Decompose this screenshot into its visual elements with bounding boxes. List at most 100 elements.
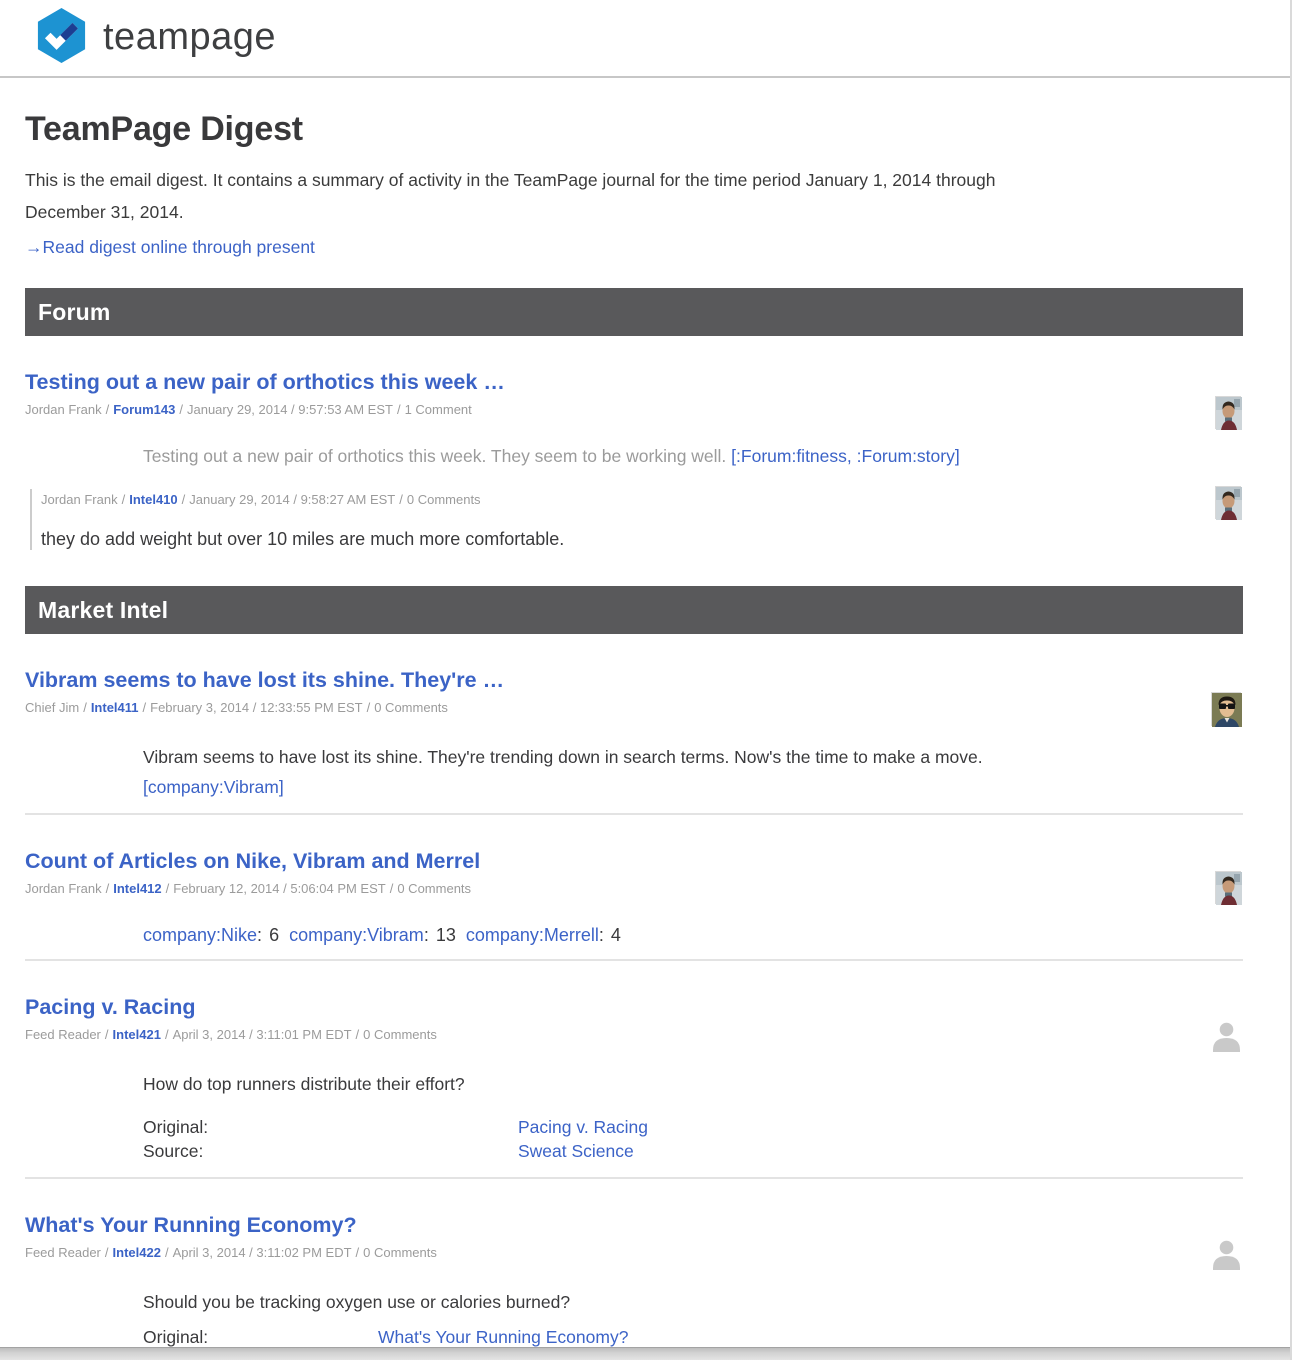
section-label: Forum — [38, 299, 111, 326]
source-table: Original:What's Your Running Economy? — [25, 1329, 1243, 1346]
post-author: Jordan Frank — [25, 402, 102, 417]
stat-colon: : — [424, 925, 429, 945]
tag-link-company-vibram[interactable]: company:Vibram — [289, 925, 424, 945]
row-label: Source: — [143, 1139, 518, 1163]
body-text: Vibram seems to have lost its shine. The… — [143, 747, 983, 767]
meta-separator: / — [83, 700, 87, 715]
tag-link-forum-story[interactable]: :Forum:story — [857, 446, 955, 466]
table-row: Original:Pacing v. Racing — [143, 1115, 1243, 1139]
post-count-articles: Count of Articles on Nike, Vibram and Me… — [25, 848, 1243, 947]
post-quote: Testing out a new pair of orthotics this… — [25, 444, 1243, 468]
post-meta: Jordan Frank/Forum143/January 29, 2014 /… — [25, 402, 1243, 418]
post-title-link[interactable]: Vibram seems to have lost its shine. The… — [25, 668, 504, 692]
post-title: What's Your Running Economy? — [25, 1212, 1243, 1238]
stat-colon: : — [257, 925, 262, 945]
row-label: Original: — [143, 1329, 378, 1346]
avatar-jordan-frank — [1215, 396, 1241, 429]
quote-text: Testing out a new pair of orthotics this… — [143, 446, 731, 466]
read-digest-online-link[interactable]: →Read digest online through present — [25, 237, 315, 258]
post-id-link[interactable]: Intel422 — [113, 1245, 161, 1260]
meta-separator: / — [356, 1245, 360, 1260]
post-id-link[interactable]: Intel411 — [91, 700, 139, 715]
tag-link-company-vibram[interactable]: [company:Vibram] — [143, 777, 284, 797]
comment-author: Jordan Frank — [41, 492, 118, 507]
post-title: Testing out a new pair of orthotics this… — [25, 369, 1243, 395]
post-divider — [25, 959, 1243, 961]
post-datetime: April 3, 2014 / 3:11:01 PM EDT — [173, 1027, 352, 1042]
post-id-link[interactable]: Forum143 — [113, 402, 175, 417]
post-title-link[interactable]: Count of Articles on Nike, Vibram and Me… — [25, 849, 480, 873]
digest-content: TeamPage Digest This is the email digest… — [0, 110, 1290, 1346]
post-title-link[interactable]: Pacing v. Racing — [25, 995, 195, 1019]
post-orthotics: Testing out a new pair of orthotics this… — [25, 369, 1243, 550]
avatar-jordan-frank — [1215, 871, 1241, 904]
table-row: Original:What's Your Running Economy? — [143, 1329, 1243, 1346]
stat-count: 13 — [436, 925, 456, 945]
post-economy: What's Your Running Economy? Feed Reader… — [25, 1212, 1243, 1346]
stat-count: 4 — [611, 925, 621, 945]
horizontal-scrollbar[interactable] — [0, 1347, 1290, 1360]
post-author: Chief Jim — [25, 700, 79, 715]
comment-count: 0 Comments — [363, 1245, 437, 1260]
avatar-chief-jim — [1211, 692, 1241, 726]
comment-meta: Jordan Frank/Intel410/January 29, 2014 /… — [41, 489, 1243, 508]
intro-line2: December 31, 2014. — [25, 202, 184, 222]
meta-separator: / — [399, 492, 403, 507]
post-meta: Feed Reader/Intel422/April 3, 2014 / 3:1… — [25, 1245, 1243, 1261]
avatar-generic-person-icon — [1210, 1019, 1243, 1052]
tag-link-company-nike[interactable]: company:Nike — [143, 925, 257, 945]
meta-separator: / — [356, 1027, 360, 1042]
intro-line1: This is the email digest. It contains a … — [25, 170, 995, 190]
post-body: Should you be tracking oxygen use or cal… — [25, 1287, 1243, 1317]
post-title: Pacing v. Racing — [25, 994, 1243, 1020]
tag-bracket-close: ] — [955, 446, 960, 466]
post-datetime: January 29, 2014 / 9:57:53 AM EST — [187, 402, 393, 417]
section-header-market-intel: Market Intel — [25, 586, 1243, 634]
comment-count: 0 Comments — [407, 492, 481, 507]
tag-link-forum-fitness[interactable]: :Forum:fitness — [736, 446, 847, 466]
stat-count: 6 — [269, 925, 279, 945]
meta-separator: / — [106, 402, 110, 417]
article-count-stats: company:Nike:6company:Vibram:13company:M… — [25, 923, 1243, 947]
post-title-link[interactable]: Testing out a new pair of orthotics this… — [25, 370, 505, 394]
post-divider — [25, 813, 1243, 815]
comment-count: 0 Comments — [397, 881, 471, 896]
post-author: Jordan Frank — [25, 881, 102, 896]
meta-separator: / — [165, 1245, 169, 1260]
post-vibram: Vibram seems to have lost its shine. The… — [25, 667, 1243, 802]
post-id-link[interactable]: Intel412 — [113, 881, 161, 896]
original-link[interactable]: What's Your Running Economy? — [378, 1327, 628, 1347]
table-row: Source:Sweat Science — [143, 1139, 1243, 1163]
post-title: Count of Articles on Nike, Vibram and Me… — [25, 848, 1243, 874]
original-link[interactable]: Pacing v. Racing — [518, 1117, 648, 1137]
section-label: Market Intel — [38, 597, 168, 624]
source-link[interactable]: Sweat Science — [518, 1141, 634, 1161]
site-header: teampage — [0, 0, 1290, 78]
meta-separator: / — [179, 402, 183, 417]
meta-separator: / — [367, 700, 371, 715]
post-divider — [25, 1177, 1243, 1179]
teampage-hexagon-logo-icon — [33, 7, 90, 69]
comment-id-link[interactable]: Intel410 — [129, 492, 177, 507]
section-header-forum: Forum — [25, 288, 1243, 336]
post-body: Vibram seems to have lost its shine. The… — [25, 742, 1243, 802]
row-label: Original: — [143, 1115, 518, 1139]
comment-count: 0 Comments — [374, 700, 448, 715]
avatar-generic-person-icon — [1210, 1237, 1243, 1270]
comment-count: 0 Comments — [363, 1027, 437, 1042]
post-meta: Chief Jim / Intel411 / February 3, 2014 / 12… — [25, 700, 1243, 716]
comment-datetime: January 29, 2014 / 9:58:27 AM EST — [189, 492, 395, 507]
brand-wordmark: teampage — [103, 16, 276, 59]
post-datetime: February 3, 2014 / 12:33:55 PM EST — [150, 700, 362, 715]
post-id-link[interactable]: Intel421 — [113, 1027, 161, 1042]
meta-separator: / — [397, 402, 401, 417]
meta-separator: / — [106, 881, 110, 896]
post-body: How do top runners distribute their effo… — [25, 1069, 1243, 1099]
comment-block: Jordan Frank/Intel410/January 29, 2014 /… — [30, 489, 1243, 550]
meta-separator: / — [182, 492, 186, 507]
post-title-link[interactable]: What's Your Running Economy? — [25, 1213, 357, 1237]
tag-line: [company:Vibram] — [143, 772, 1243, 802]
digest-page: teampage TeamPage Digest This is the ema… — [0, 0, 1292, 1360]
tag-link-company-merrell[interactable]: company:Merrell — [466, 925, 599, 945]
source-table: Original:Pacing v. Racing Source:Sweat S… — [25, 1115, 1243, 1163]
